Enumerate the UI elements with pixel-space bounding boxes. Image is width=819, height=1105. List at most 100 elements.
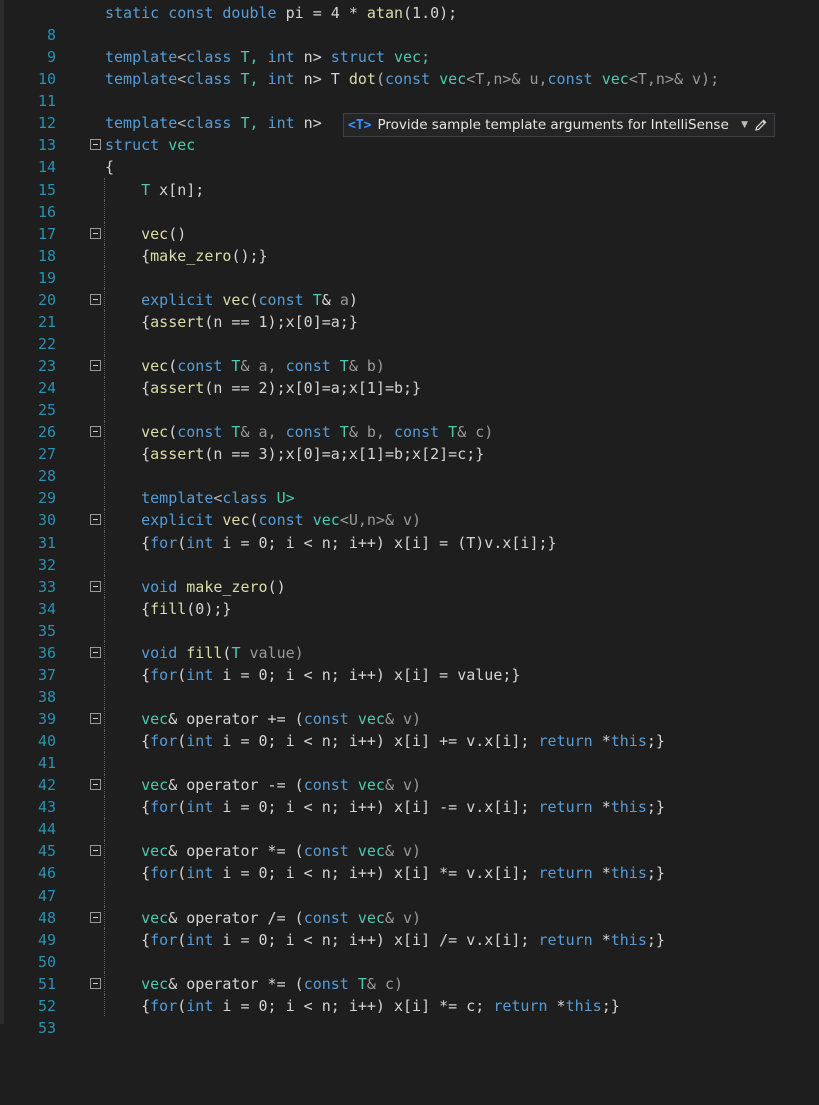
code-line-53[interactable]: 53 {for(int i = 0; i < n; i++) x[i] *= c…: [0, 994, 819, 1037]
collapse-icon[interactable]: [90, 293, 101, 305]
code-line-17[interactable]: 17: [0, 200, 819, 243]
code-line-30[interactable]: 30 template<class U>: [0, 486, 819, 529]
code-line-8[interactable]: 8 static const double pi = 4 * atan(1.0)…: [0, 2, 819, 44]
line-code[interactable]: {for(int i = 0; i < n; i++) x[i] *= c; r…: [105, 995, 620, 1017]
code-line-43[interactable]: 43 vec& operator -= (const vec& v): [0, 773, 819, 816]
code-line-37[interactable]: 37 void fill(T value): [0, 641, 819, 684]
line-code[interactable]: {fill(0);}: [105, 598, 231, 620]
collapse-icon[interactable]: [90, 977, 101, 989]
line-code[interactable]: {for(int i = 0; i < n; i++) x[i] /= v.x[…: [105, 929, 665, 951]
code-line-29[interactable]: 29: [0, 464, 819, 507]
code-line-15[interactable]: 15 {: [0, 156, 819, 198]
collapse-icon[interactable]: [90, 911, 101, 923]
collapse-icon[interactable]: [90, 227, 101, 239]
line-code[interactable]: {: [105, 156, 114, 178]
code-line-44[interactable]: 44 {for(int i = 0; i < n; i++) x[i] -= v…: [0, 795, 819, 838]
code-line-50[interactable]: 50 {for(int i = 0; i < n; i++) x[i] /= v…: [0, 928, 819, 971]
line-code[interactable]: vec& operator += (const vec& v): [105, 708, 421, 730]
line-code[interactable]: template<class T, int n> T dot(const vec…: [105, 68, 719, 90]
code-line-39[interactable]: 39: [0, 685, 819, 728]
code-line-19[interactable]: 19 {make_zero();}: [0, 244, 819, 287]
line-code[interactable]: template<class T, int n>: [105, 112, 322, 134]
code-line-41[interactable]: 41 {for(int i = 0; i < n; i++) x[i] += v…: [0, 729, 819, 772]
code-line-9[interactable]: 9: [0, 24, 819, 66]
code-line-24[interactable]: 24 vec(const T& a, const T& b): [0, 354, 819, 397]
code-line-14[interactable]: 14 struct vec: [0, 134, 819, 176]
collapse-icon[interactable]: [90, 713, 101, 724]
code-text: pi = 4 *: [276, 4, 367, 22]
code-line-18[interactable]: 18 vec(): [0, 222, 819, 265]
code-line-10[interactable]: 10 template<class T, int n> struct vec;: [0, 46, 819, 88]
code-line-12[interactable]: 12: [0, 90, 819, 132]
code-line-26[interactable]: 26: [0, 398, 819, 441]
line-code[interactable]: {for(int i = 0; i < n; i++) x[i] -= v.x[…: [105, 796, 665, 818]
collapse-icon[interactable]: [90, 646, 101, 658]
code-line-21[interactable]: 21 explicit vec(const T& a): [0, 288, 819, 331]
code-line-28[interactable]: 28 {assert(n == 3);x[0]=a;x[1]=b;x[2]=c;…: [0, 442, 819, 485]
line-code[interactable]: vec(const T& a, const T& b): [105, 355, 385, 377]
line-code[interactable]: {assert(n == 3);x[0]=a;x[1]=b;x[2]=c;}: [105, 443, 484, 465]
code-line-51[interactable]: 51: [0, 950, 819, 993]
line-code[interactable]: vec(): [105, 223, 186, 245]
code-text: <: [177, 114, 187, 133]
code-line-48[interactable]: 48: [0, 884, 819, 927]
collapse-icon[interactable]: [90, 139, 101, 151]
collapse-icon[interactable]: [90, 426, 101, 438]
line-code[interactable]: template<class U>: [105, 487, 295, 509]
code-text: (: [177, 930, 187, 949]
intellisense-template-hint[interactable]: <T> Provide sample template arguments fo…: [343, 113, 775, 137]
code-line-23[interactable]: 23: [0, 332, 819, 375]
code-line-31[interactable]: 31 explicit vec(const vec<U,n>& v): [0, 508, 819, 552]
line-code[interactable]: vec& operator /= (const vec& v): [105, 907, 421, 929]
line-code[interactable]: static const double pi = 4 * atan(1.0);: [105, 2, 457, 24]
line-code[interactable]: {for(int i = 0; i < n; i++) x[i] *= v.x[…: [105, 862, 665, 884]
line-code[interactable]: {for(int i = 0; i < n; i++) x[i] = value…: [105, 664, 520, 686]
collapse-icon[interactable]: [90, 360, 101, 371]
code-line-35[interactable]: 35 {fill(0);}: [0, 597, 819, 640]
code-line-40[interactable]: 40 vec& operator += (const vec& v): [0, 707, 819, 750]
line-code[interactable]: struct vec: [105, 134, 195, 156]
line-code[interactable]: explicit vec(const T& a): [105, 289, 358, 311]
collapse-icon[interactable]: [90, 514, 101, 526]
code-line-25[interactable]: 25 {assert(n == 2);x[0]=a;x[1]=b;}: [0, 376, 819, 419]
code-editor[interactable]: 8 static const double pi = 4 * atan(1.0)…: [0, 0, 819, 1037]
line-code[interactable]: T x[n];: [105, 179, 204, 201]
code-line-46[interactable]: 46 vec& operator *= (const vec& v): [0, 839, 819, 882]
code-line-22[interactable]: 22 {assert(n == 1);x[0]=a;}: [0, 310, 819, 353]
code-line-45[interactable]: 45: [0, 817, 819, 860]
line-code[interactable]: vec& operator *= (const T& c): [105, 973, 403, 995]
chevron-down-icon[interactable]: ▼: [741, 120, 748, 130]
line-code[interactable]: {assert(n == 1);x[0]=a;}: [105, 311, 358, 333]
code-line-33[interactable]: 33: [0, 553, 819, 596]
collapse-icon[interactable]: [90, 845, 101, 857]
line-code[interactable]: void make_zero(): [105, 576, 286, 598]
line-code[interactable]: {assert(n == 2);x[0]=a;x[1]=b;}: [105, 377, 421, 399]
code-line-34[interactable]: 34 void make_zero(): [0, 575, 819, 618]
line-code[interactable]: template<class T, int n> struct vec;: [105, 46, 430, 68]
line-code[interactable]: {make_zero();}: [105, 245, 267, 267]
code-line-38[interactable]: 38 {for(int i = 0; i < n; i++) x[i] = va…: [0, 663, 819, 706]
pencil-icon[interactable]: [754, 118, 768, 132]
code-line-47[interactable]: 47 {for(int i = 0; i < n; i++) x[i] *= v…: [0, 861, 819, 905]
keyword: const: [303, 908, 349, 927]
code-line-27[interactable]: 27 vec(const T& a, const T& b, const T& …: [0, 420, 819, 463]
line-code[interactable]: vec& operator -= (const vec& v): [105, 774, 421, 796]
code-line-32[interactable]: 32 {for(int i = 0; i < n; i++) x[i] = (T…: [0, 531, 819, 574]
code-line-42[interactable]: 42: [0, 751, 819, 794]
line-code[interactable]: vec(const T& a, const T& b, const T& c): [105, 421, 493, 443]
collapse-icon[interactable]: [90, 580, 101, 592]
line-code[interactable]: explicit vec(const vec<U,n>& v): [105, 509, 421, 531]
code-line-36[interactable]: 36: [0, 619, 819, 662]
code-line-52[interactable]: 52 vec& operator *= (const T& c): [0, 972, 819, 1015]
code-line-11[interactable]: 11 template<class T, int n> T dot(const …: [0, 68, 819, 110]
hint-text[interactable]: Provide sample template arguments for In…: [377, 117, 728, 133]
indent-guide: [104, 464, 105, 487]
collapse-icon[interactable]: [90, 779, 101, 791]
line-code[interactable]: {for(int i = 0; i < n; i++) x[i] = (T)v.…: [105, 532, 556, 554]
code-line-16[interactable]: 16 T x[n];: [0, 178, 819, 221]
line-code[interactable]: vec& operator *= (const vec& v): [105, 840, 421, 862]
code-line-49[interactable]: 49 vec& operator /= (const vec& v): [0, 906, 819, 949]
line-code[interactable]: {for(int i = 0; i < n; i++) x[i] += v.x[…: [105, 730, 665, 752]
code-line-20[interactable]: 20: [0, 266, 819, 309]
line-code[interactable]: void fill(T value): [105, 642, 304, 664]
